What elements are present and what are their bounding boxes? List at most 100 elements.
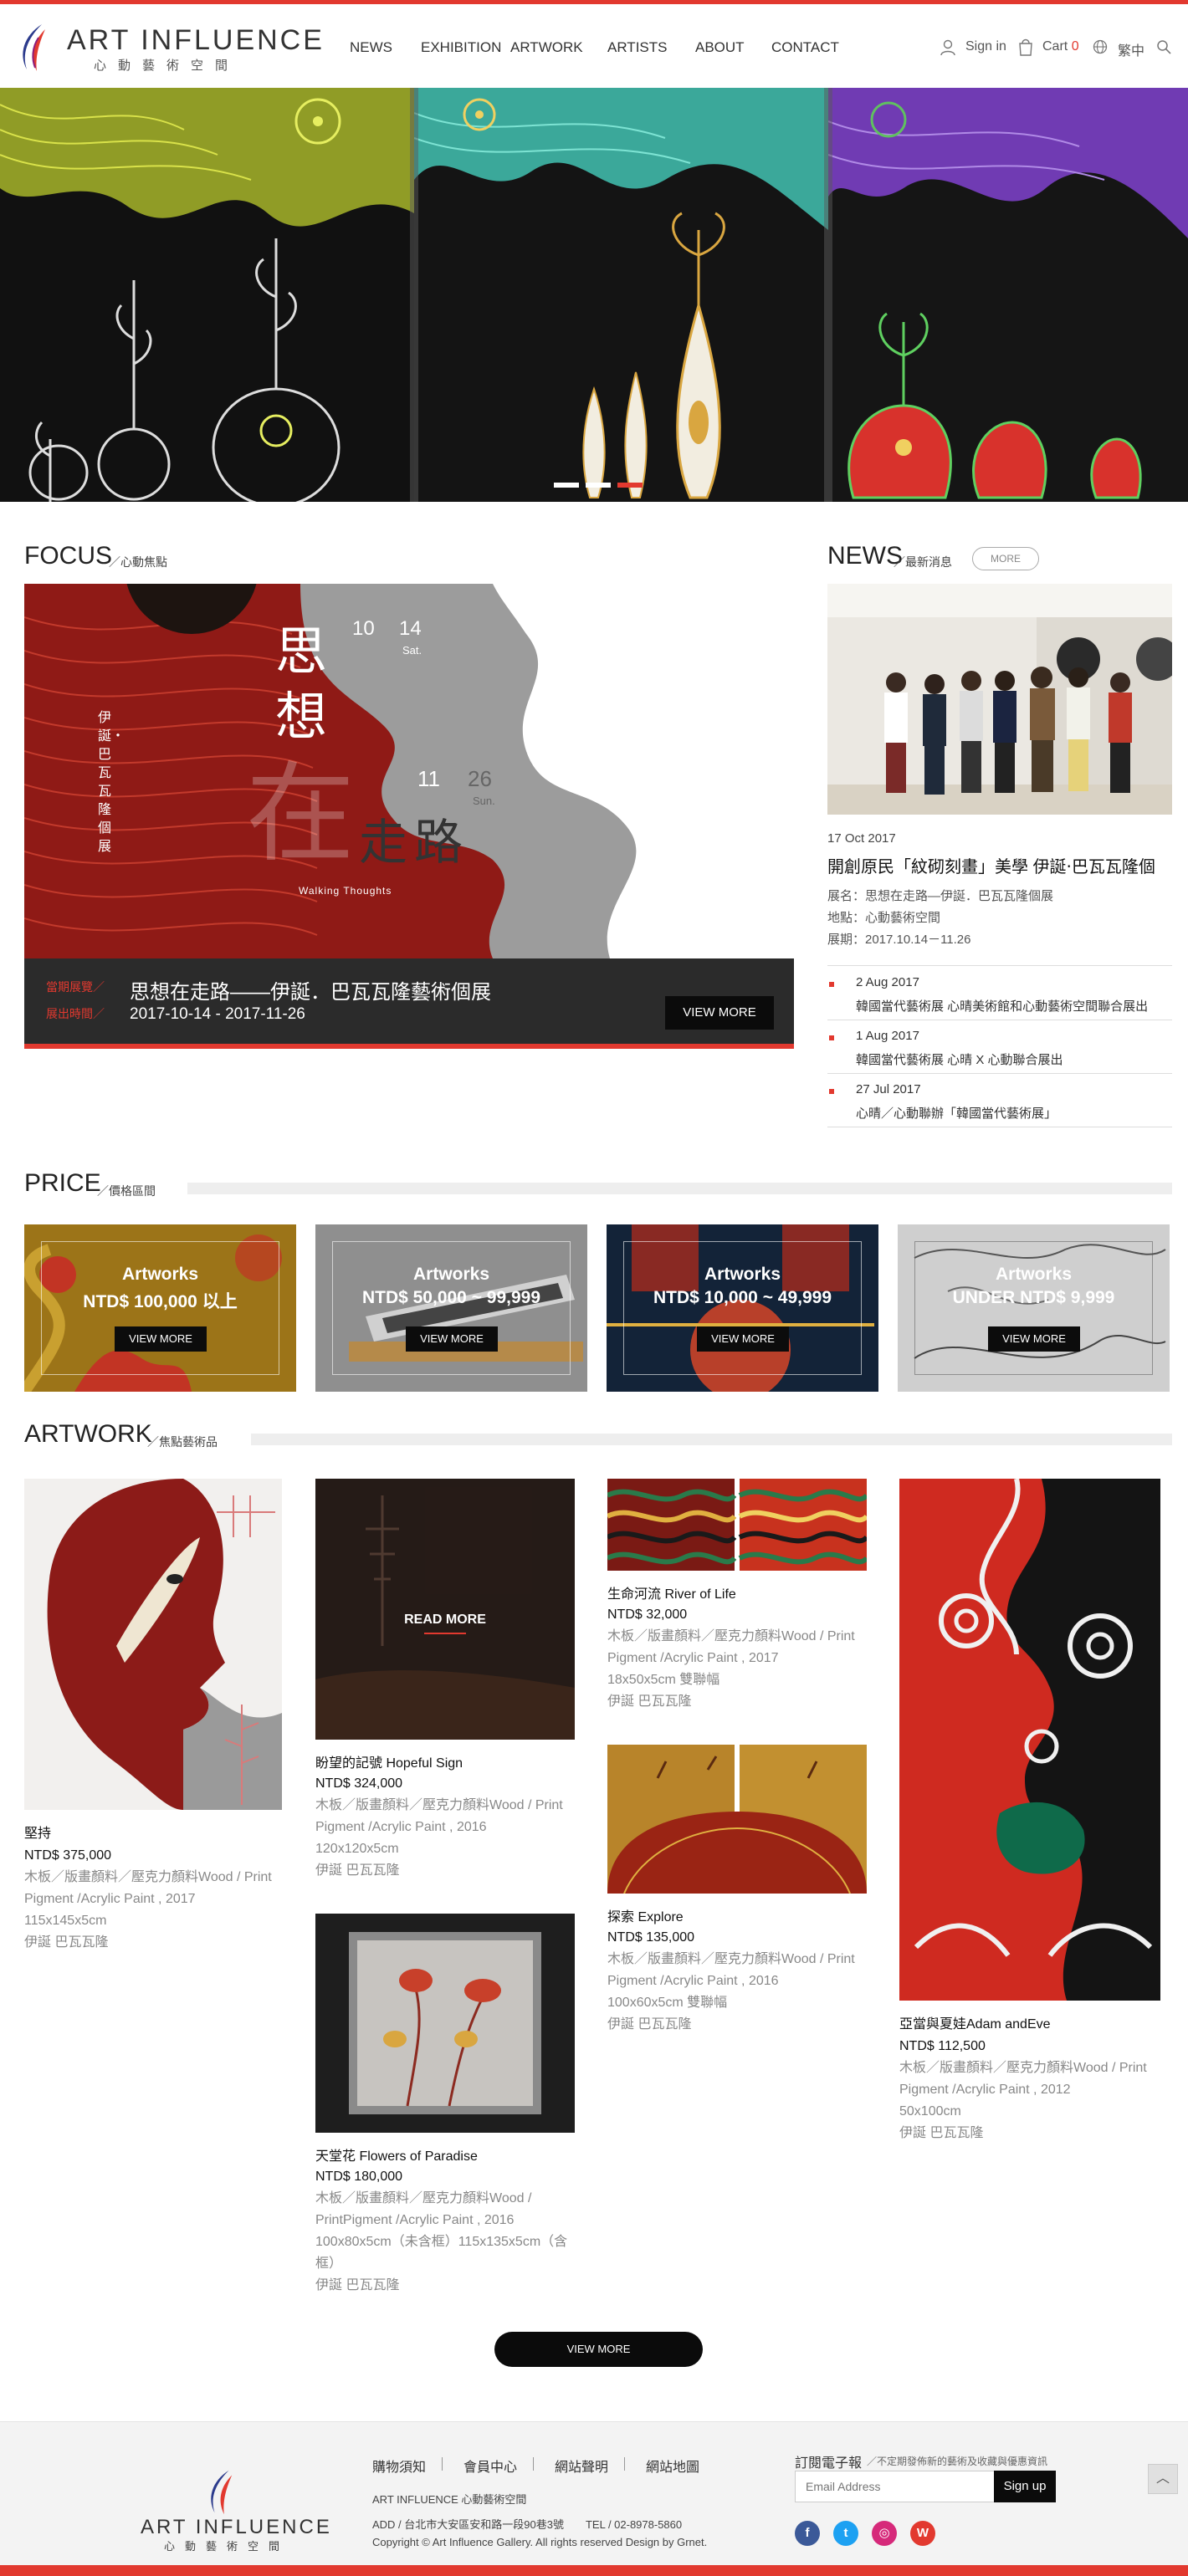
price-card-view-more-button[interactable]: VIEW MORE xyxy=(697,1326,789,1352)
news-item-date: 2 Aug 2017 xyxy=(856,975,919,989)
news-list-item[interactable]: 1 Aug 2017 韓國當代藝術展 心晴 X 心動聯合展出 xyxy=(827,1020,1172,1074)
nav-artists[interactable]: ARTISTS xyxy=(607,39,667,56)
newsletter-subtitle: ／不定期發佈新的藝術及收藏與優惠資訊 xyxy=(867,2456,1048,2467)
artwork-title[interactable]: 亞當與夏娃Adam andEve xyxy=(899,2012,1051,2032)
nav-artwork[interactable]: ARTWORK xyxy=(510,39,583,56)
cart-link[interactable]: Cart 0 xyxy=(1042,39,1079,54)
twitter-icon[interactable]: t xyxy=(833,2521,858,2546)
news-featured-line: 地點：心動藝術空間 xyxy=(827,911,941,925)
logo-icon[interactable] xyxy=(17,21,54,74)
artwork-image-persistence[interactable] xyxy=(24,1479,282,1810)
news-item-text[interactable]: 韓國當代藝術展 心晴美術館和心動藝術空間聯合展出 xyxy=(856,997,1148,1015)
focus-exhibit-title[interactable]: 思想在走路——伊誕．巴瓦瓦隆藝術個展 xyxy=(130,975,491,1004)
artwork-title[interactable]: 天堂花 Flowers of Paradise xyxy=(315,2144,478,2165)
news-list-item[interactable]: 2 Aug 2017 韓國當代藝術展 心晴美術館和心動藝術空間聯合展出 xyxy=(827,967,1172,1020)
news-item-date: 27 Jul 2017 xyxy=(856,1082,921,1096)
artwork-title[interactable]: 生命河流 River of Life xyxy=(607,1582,736,1602)
footer-link-shopping-guide[interactable]: 購物須知 xyxy=(372,2456,426,2476)
artwork-desc-line: 伊誕 巴瓦瓦隆 xyxy=(899,2126,984,2140)
artwork-desc-line: 伊誕 巴瓦瓦隆 xyxy=(315,1863,400,1878)
instagram-icon[interactable]: ◎ xyxy=(872,2521,897,2546)
artwork-price: NTD$ 324,000 xyxy=(315,1776,403,1791)
poster-start-day: 14 xyxy=(399,617,422,640)
artwork-painting xyxy=(315,1479,575,1740)
artwork-title[interactable]: 盼望的記號 Hopeful Sign xyxy=(315,1751,463,1771)
slider-dot-1[interactable] xyxy=(554,483,579,488)
nav-about[interactable]: ABOUT xyxy=(695,39,745,56)
nav-contact[interactable]: CONTACT xyxy=(771,39,839,56)
footer-separator xyxy=(442,2457,443,2471)
price-card-10k-49k[interactable]: Artworks NTD$ 10,000 ~ 49,999 VIEW MORE xyxy=(607,1224,878,1392)
nav-news[interactable]: NEWS xyxy=(350,39,392,56)
footer-logo-icon[interactable] xyxy=(204,2467,241,2517)
artwork-image-adam-and-eve[interactable] xyxy=(899,1479,1160,2001)
news-more-button[interactable]: MORE xyxy=(972,547,1039,570)
artwork-image-river-of-life[interactable] xyxy=(607,1479,867,1571)
artwork-desc-line: 100x60x5cm 雙聯幅 xyxy=(607,1996,728,2010)
price-card-view-more-button[interactable]: VIEW MORE xyxy=(988,1326,1080,1352)
artwork-heading: ARTWORK xyxy=(24,1420,152,1448)
price-card-view-more-button[interactable]: VIEW MORE xyxy=(115,1326,207,1352)
price-card-label: Artworks xyxy=(704,1265,781,1284)
newsletter-title: 訂閱電子報 xyxy=(795,2456,863,2471)
artwork-desc-line: 框） xyxy=(315,2257,343,2271)
artwork-desc-line: 伊誕 巴瓦瓦隆 xyxy=(24,1935,109,1950)
news-item-text[interactable]: 心晴／心動聯辦「韓國當代藝術展」 xyxy=(856,1104,1057,1122)
focus-exhibition-poster[interactable]: 思 想 在 走 路 10 14 Sat. 11 26 Sun. 伊誕・巴瓦瓦隆個… xyxy=(24,584,794,958)
site-header: ART INFLUENCE 心動藝術空間 NEWS EXHIBITION ART… xyxy=(0,4,1188,88)
cart-icon[interactable] xyxy=(1017,38,1034,56)
footer-link-member-center[interactable]: 會員中心 xyxy=(463,2456,517,2476)
news-list-divider xyxy=(827,965,1172,966)
artwork-price: NTD$ 180,000 xyxy=(315,2170,403,2184)
slider-dot-3-active[interactable] xyxy=(617,483,643,488)
price-card-50k-99k[interactable]: Artworks NTD$ 50,000 ~ 99,999 VIEW MORE xyxy=(315,1224,587,1392)
sign-in-link[interactable]: Sign in xyxy=(965,39,1006,54)
globe-icon[interactable] xyxy=(1093,39,1108,54)
artwork-title[interactable]: 堅持 xyxy=(24,1822,51,1842)
news-item-text[interactable]: 韓國當代藝術展 心晴 X 心動聯合展出 xyxy=(856,1050,1063,1068)
artwork-desc-line: Pigment /Acrylic Paint , 2012 xyxy=(899,2083,1071,2097)
read-more-link[interactable]: READ MORE xyxy=(315,1613,575,1628)
news-list-item[interactable]: 27 Jul 2017 心晴／心動聯辦「韓國當代藝術展」 xyxy=(827,1074,1172,1127)
brand-name[interactable]: ART INFLUENCE xyxy=(67,24,325,57)
facebook-icon[interactable]: f xyxy=(795,2521,820,2546)
bullet-icon xyxy=(829,1035,834,1040)
artwork-desc-line: Pigment /Acrylic Paint , 2017 xyxy=(607,1651,779,1665)
newsletter-email-input[interactable] xyxy=(795,2471,996,2502)
news-featured-photo[interactable] xyxy=(827,584,1172,815)
footer-link-sitemap[interactable]: 網站地圖 xyxy=(646,2456,699,2476)
artwork-price: NTD$ 135,000 xyxy=(607,1930,695,1945)
weibo-icon[interactable]: W xyxy=(910,2521,935,2546)
user-icon[interactable] xyxy=(940,39,955,56)
artwork-desc-line: 伊誕 巴瓦瓦隆 xyxy=(607,1694,692,1709)
poster-vertical-text: 伊誕・巴瓦瓦隆個展 xyxy=(98,711,125,854)
price-card-under-9999[interactable]: Artworks UNDER NTD$ 9,999 VIEW MORE xyxy=(898,1224,1170,1392)
price-subheading: ／價格區間 xyxy=(97,1184,156,1198)
footer-brand-name: ART INFLUENCE xyxy=(141,2516,332,2538)
hero-slider[interactable] xyxy=(0,88,1188,502)
artwork-view-more-button[interactable]: VIEW MORE xyxy=(494,2332,703,2367)
artwork-image-hopeful-sign[interactable]: READ MORE xyxy=(315,1479,575,1740)
back-to-top-button[interactable]: ︿ xyxy=(1148,2464,1178,2494)
poster-title-char-3: 在 xyxy=(246,750,356,877)
price-card-100k-plus[interactable]: Artworks NTD$ 100,000 以上 VIEW MORE xyxy=(24,1224,296,1392)
search-icon[interactable] xyxy=(1156,39,1171,54)
price-card-frame xyxy=(332,1241,571,1375)
nav-exhibition[interactable]: EXHIBITION xyxy=(421,39,501,56)
footer-link-site-statement[interactable]: 網站聲明 xyxy=(555,2456,608,2476)
news-featured-title[interactable]: 開創原民「紋砌刻畫」美學 伊誕‧巴瓦瓦隆個 xyxy=(827,853,1155,877)
price-card-view-more-button[interactable]: VIEW MORE xyxy=(406,1326,498,1352)
footer-separator xyxy=(624,2457,625,2471)
poster-end-weekday: Sun. xyxy=(473,795,495,807)
artwork-painting xyxy=(24,1479,282,1810)
news-featured-line: 展名：思想在走路—伊誕．巴瓦瓦隆個展 xyxy=(827,889,1054,903)
artwork-image-flowers-of-paradise[interactable] xyxy=(315,1914,575,2133)
focus-view-more-button[interactable]: VIEW MORE xyxy=(665,996,774,1030)
language-switch[interactable]: 繁中 xyxy=(1118,39,1144,59)
cart-label: Cart xyxy=(1042,39,1068,54)
artwork-description: 木板／版畫顏料／壓克力顏料Wood / PrintPigment /Acryli… xyxy=(315,2188,583,2297)
artwork-image-explore[interactable] xyxy=(607,1745,867,1894)
slider-dot-2[interactable] xyxy=(586,483,611,488)
artwork-title[interactable]: 探索 Explore xyxy=(607,1905,684,1925)
newsletter-signup-button[interactable]: Sign up xyxy=(994,2471,1056,2502)
